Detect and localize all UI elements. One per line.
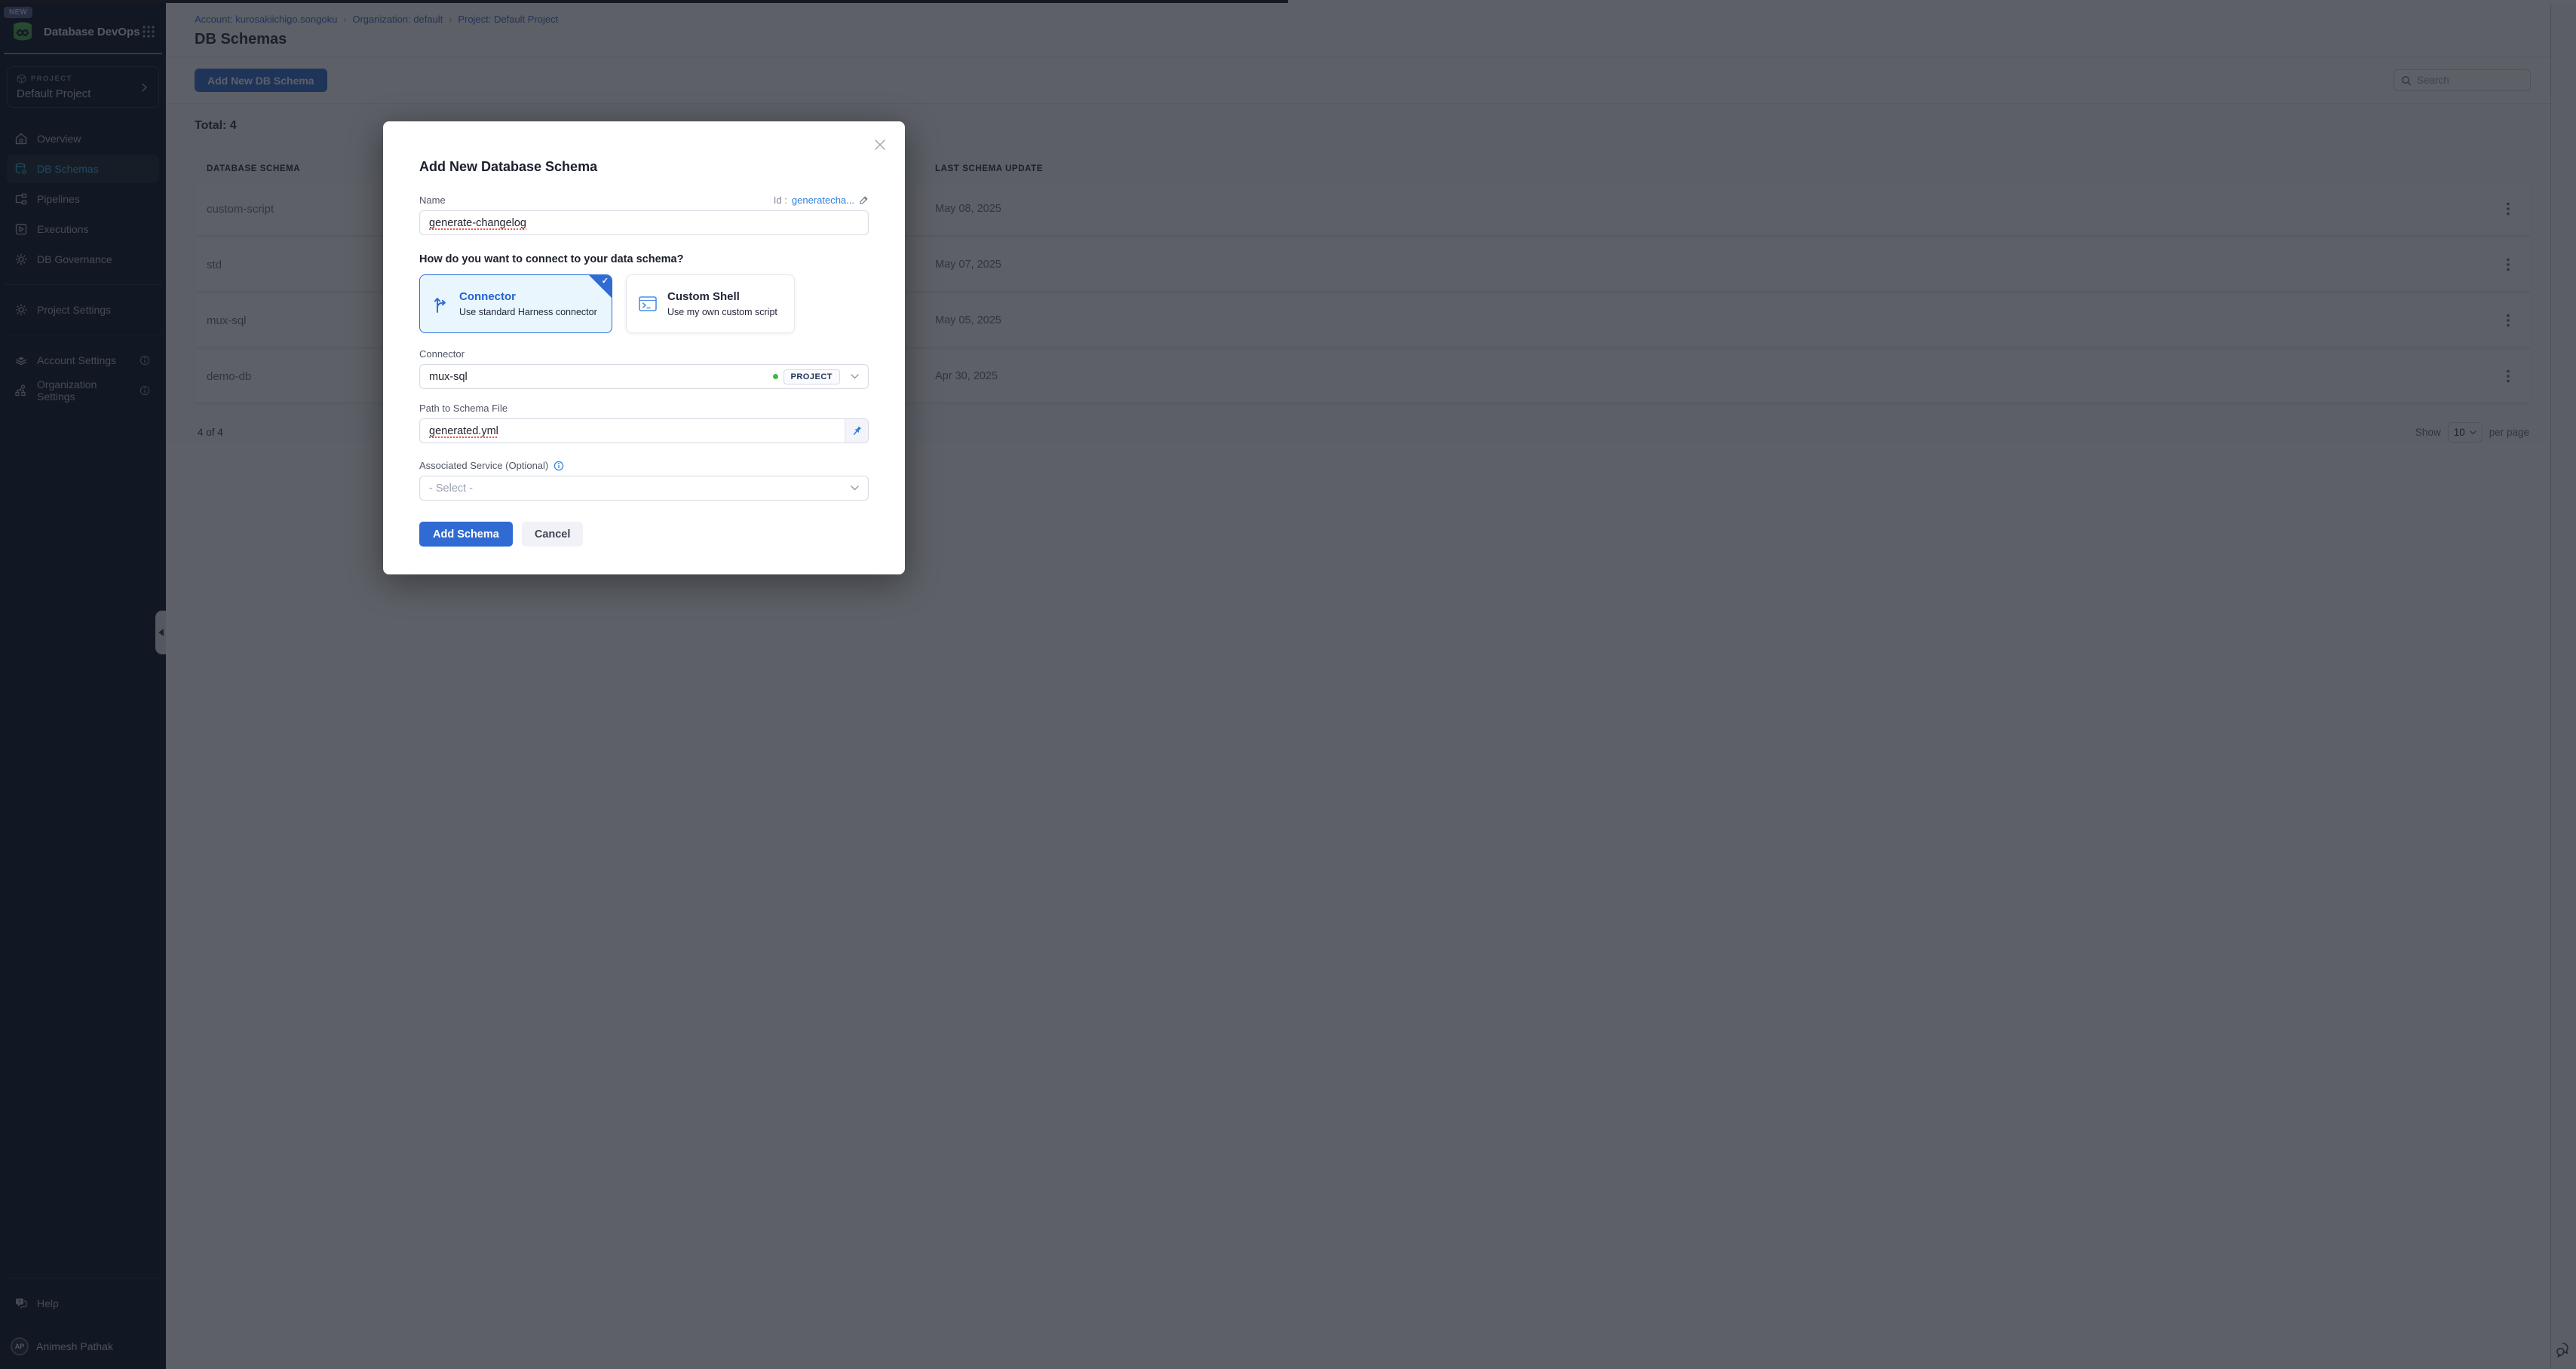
chevron-down-icon [851, 485, 859, 491]
connect-question: How do you want to connect to your data … [419, 253, 869, 265]
connector-select[interactable]: mux-sql PROJECT [419, 364, 869, 389]
connector-status-dot [773, 374, 778, 379]
associated-service-label: Associated Service (Optional) [419, 460, 548, 471]
check-icon: ✓ [602, 276, 609, 286]
modal-title: Add New Database Schema [419, 159, 869, 175]
id-value-link[interactable]: generatecha... [792, 194, 854, 206]
path-label: Path to Schema File [419, 403, 508, 414]
scope-badge: PROJECT [784, 369, 840, 384]
associated-service-select[interactable]: - Select - [419, 476, 869, 501]
id-prefix: Id : [774, 194, 787, 206]
option-card-custom-shell[interactable]: Custom Shell Use my own custom script [626, 274, 795, 333]
path-input[interactable]: generated.yml [419, 418, 869, 443]
name-label: Name [419, 194, 446, 206]
close-icon[interactable] [873, 138, 887, 152]
option-card-connector[interactable]: ✓ Connector Use standard Harness connect… [419, 274, 612, 333]
add-schema-submit-button[interactable]: Add Schema [419, 522, 513, 547]
cancel-button[interactable]: Cancel [522, 522, 584, 547]
add-schema-modal: Add New Database Schema Name Id : genera… [383, 121, 905, 574]
connector-branch-icon [431, 294, 449, 314]
pin-icon [851, 425, 863, 436]
name-input[interactable]: generate-changelog [419, 210, 869, 235]
pin-button[interactable] [845, 419, 868, 443]
edit-pencil-icon[interactable] [859, 195, 869, 205]
connector-label: Connector [419, 348, 465, 360]
terminal-icon [638, 294, 658, 314]
info-icon[interactable] [554, 461, 564, 471]
chevron-down-icon [851, 374, 859, 379]
